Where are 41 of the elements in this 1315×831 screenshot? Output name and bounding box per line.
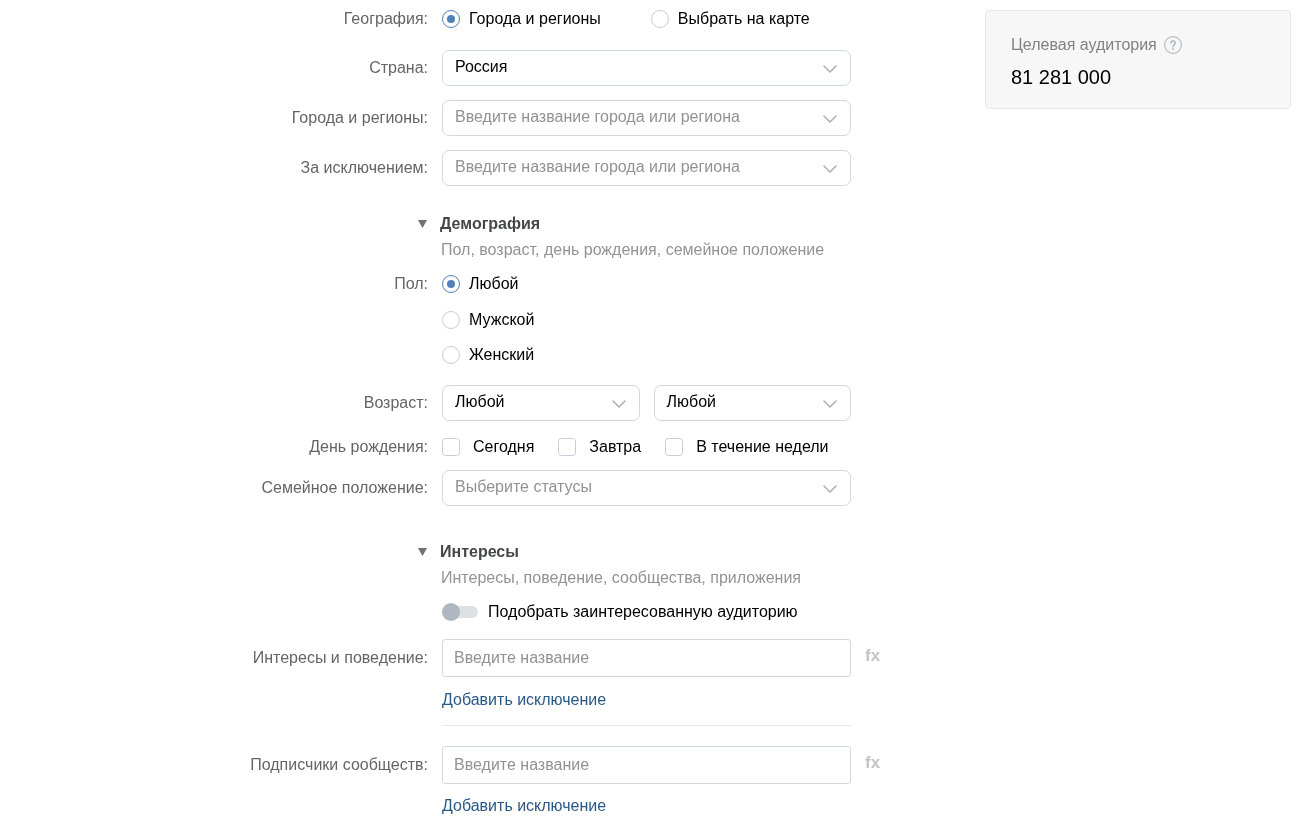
- radio-option[interactable]: Любой: [442, 273, 519, 295]
- select-dropdown[interactable]: Любой: [442, 385, 640, 421]
- checkbox-option[interactable]: Сегодня: [442, 436, 535, 458]
- field-label: Подписчики сообществ:: [250, 755, 428, 775]
- chevron-down-icon: [611, 400, 626, 408]
- field-label: Страна:: [369, 58, 428, 78]
- checkbox-option[interactable]: Завтра: [558, 436, 642, 458]
- chevron-down-icon: [823, 485, 837, 493]
- chevron-down-icon: [823, 65, 837, 73]
- radio-option[interactable]: Выбрать на карте: [650, 8, 810, 30]
- checkbox-option[interactable]: В течение недели: [665, 436, 829, 458]
- chevron-down-icon: [823, 165, 837, 173]
- triangle-icon[interactable]: [418, 220, 427, 228]
- radio-option[interactable]: Женский: [442, 344, 535, 366]
- field-label: Возраст:: [363, 393, 428, 413]
- triangle-icon[interactable]: [418, 548, 427, 556]
- text-input[interactable]: Введите название: [442, 746, 851, 784]
- section-title: Демография: [440, 214, 541, 234]
- field-label: Семейное положение:: [261, 478, 428, 498]
- audience-count: 81 281 000: [1011, 65, 1112, 89]
- text-input[interactable]: Введите название: [442, 639, 851, 677]
- field-label: Города и регионы:: [291, 108, 428, 128]
- select-dropdown[interactable]: Любой: [653, 385, 851, 421]
- field-label: За исключением:: [300, 158, 428, 178]
- radio-option[interactable]: Мужской: [442, 308, 535, 331]
- field-label: Интересы и поведение:: [252, 648, 428, 668]
- audience-title: Целевая аудитория: [1011, 35, 1157, 55]
- section-subtitle: Пол, возраст, день рождения, семейное положение: [441, 240, 825, 260]
- radio-option[interactable]: Города и регионы: [442, 8, 601, 30]
- chevron-down-icon: [823, 400, 837, 408]
- field-label: Пол:: [394, 274, 428, 294]
- field-label: День рождения:: [309, 437, 428, 457]
- chevron-down-icon: [823, 115, 837, 123]
- section-subtitle: Интересы, поведение, сообщества, приложения: [441, 568, 802, 588]
- toggle-option[interactable]: Подобрать заинтересованную аудиторию: [442, 601, 851, 623]
- select-dropdown[interactable]: Россия: [442, 50, 851, 86]
- section-title: Интересы: [440, 542, 519, 562]
- toggle-switch[interactable]: [442, 603, 478, 621]
- add-exception-link[interactable]: Добавить исключение: [442, 796, 607, 816]
- add-exception-link[interactable]: Добавить исключение: [442, 690, 607, 710]
- field-label: География:: [343, 9, 428, 29]
